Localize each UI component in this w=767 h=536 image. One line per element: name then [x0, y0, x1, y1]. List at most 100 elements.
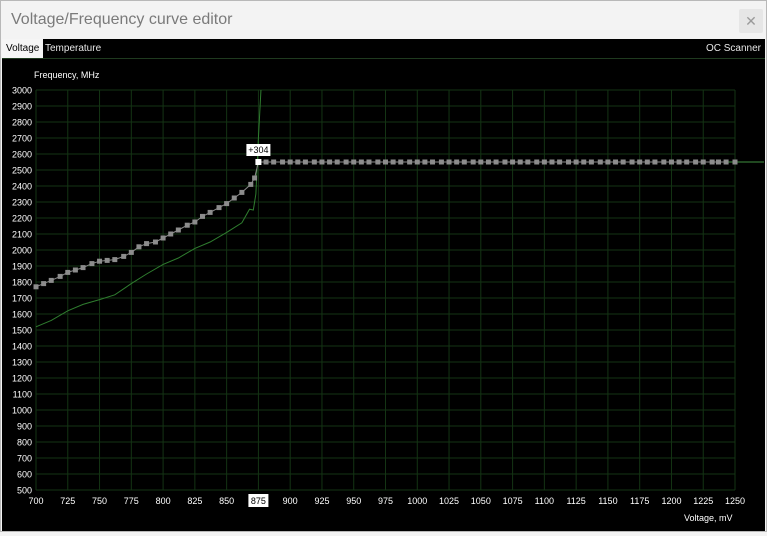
x-tick-label: 1225 [693, 496, 713, 506]
curve-point [573, 159, 579, 165]
curve-point [461, 159, 467, 165]
y-tick-label: 700 [17, 454, 32, 464]
y-tick-label: 2800 [12, 118, 32, 128]
curve-point [136, 244, 142, 250]
x-tick-label: 700 [28, 496, 43, 506]
x-tick-label: 925 [314, 496, 329, 506]
curve-point [271, 159, 277, 165]
curve-point [128, 249, 134, 255]
reference-curve [35, 89, 262, 328]
curve-point [652, 159, 658, 165]
curve-point [97, 258, 103, 264]
curve-point [644, 159, 650, 165]
curve-point [375, 159, 381, 165]
curve-point [41, 281, 47, 287]
curve-point [231, 195, 237, 201]
curve-point [295, 159, 301, 165]
tab-bar: Voltage Temperature OC Scanner [2, 39, 765, 59]
curve-point [216, 205, 222, 211]
curve-point [637, 159, 643, 165]
selected-curve-point [255, 159, 262, 165]
y-tick-label: 1300 [12, 358, 32, 368]
y-tick-label: 2700 [12, 134, 32, 144]
curve-point [605, 159, 611, 165]
curve-point [168, 231, 174, 237]
curve-point [33, 284, 39, 290]
oc-scanner-button[interactable]: OC Scanner [702, 39, 765, 58]
tab-voltage[interactable]: Voltage [2, 39, 44, 58]
curve-point [383, 159, 388, 165]
curve-point [485, 159, 491, 165]
x-tick-label: 725 [60, 496, 75, 506]
y-axis-label: Frequency, MHz [34, 70, 100, 80]
y-tick-label: 1200 [12, 374, 32, 384]
y-tick-label: 1400 [12, 342, 32, 352]
curve-point [430, 159, 436, 165]
curve-point [597, 159, 603, 165]
curve-point [566, 159, 572, 165]
y-tick-label: 2200 [12, 214, 32, 224]
x-tick-label: 1175 [630, 496, 649, 506]
curve-point [723, 159, 729, 165]
curve-point [517, 159, 523, 165]
x-tick-label: 1025 [439, 496, 459, 506]
curve-point [422, 159, 428, 165]
curve-point [358, 159, 364, 165]
y-tick-label: 800 [17, 438, 32, 448]
curve-point [581, 159, 587, 165]
curve-editor-window: Voltage/Frequency curve editor ✕ Voltage… [0, 0, 767, 532]
curve-point [280, 159, 286, 165]
y-tick-label: 500 [17, 486, 32, 496]
curve-point [407, 159, 413, 165]
window-title: Voltage/Frequency curve editor [11, 11, 233, 28]
curve-point [192, 219, 198, 225]
y-tick-label: 600 [17, 470, 32, 480]
curve-point [525, 159, 531, 165]
x-tick-label: 1000 [407, 496, 427, 506]
curve-point [144, 241, 150, 247]
y-tick-label: 900 [17, 422, 32, 432]
curve-point [676, 159, 682, 165]
curve-point [414, 159, 420, 165]
x-tick-label: 850 [219, 496, 234, 506]
x-tick-label: 1050 [471, 496, 491, 506]
curve-point [613, 159, 619, 165]
curve-point [160, 235, 166, 241]
vf-curve-chart[interactable]: 500 600 700 800 900 1000 1100 1200 1300 1400 1500 1… [2, 59, 765, 531]
curve-point [287, 159, 293, 165]
curve-point [557, 159, 563, 165]
curve-point [715, 159, 721, 165]
curve-point [65, 269, 71, 275]
y-tick-label: 2900 [12, 102, 32, 112]
curve-point [302, 159, 308, 165]
curve-point [668, 159, 674, 165]
curve-point [327, 159, 333, 165]
x-tick-label: 875 [251, 496, 266, 506]
curve-point [620, 159, 626, 165]
curve-point [478, 159, 484, 165]
tab-temperature[interactable]: Temperature [41, 39, 105, 58]
curve-point [454, 159, 460, 165]
grid-lines [35, 89, 736, 491]
y-tick-label: 1800 [12, 278, 32, 288]
y-tick-label: 1500 [12, 326, 32, 336]
curve-point [89, 261, 95, 267]
curve-point [184, 222, 190, 228]
x-tick-label: 1100 [535, 496, 554, 506]
curve-point [207, 209, 213, 215]
y-tick-label: 2000 [12, 246, 32, 256]
curve-point [366, 159, 372, 165]
x-tick-label: 800 [156, 496, 171, 506]
title-bar[interactable]: Voltage/Frequency curve editor ✕ [1, 1, 766, 39]
y-axis-ticks: 500 600 700 800 900 1000 1100 1200 1300 1400 1500 1… [12, 86, 32, 496]
x-tick-label: 950 [346, 496, 361, 506]
close-button[interactable]: ✕ [739, 9, 763, 33]
curve-point [80, 265, 86, 271]
curve-point [732, 159, 738, 165]
curve-point [390, 159, 396, 165]
curve-point [121, 253, 127, 259]
curve-point [709, 159, 715, 165]
curve-point [175, 227, 181, 233]
x-tick-label: 900 [283, 496, 298, 506]
y-tick-label: 1000 [12, 406, 32, 416]
